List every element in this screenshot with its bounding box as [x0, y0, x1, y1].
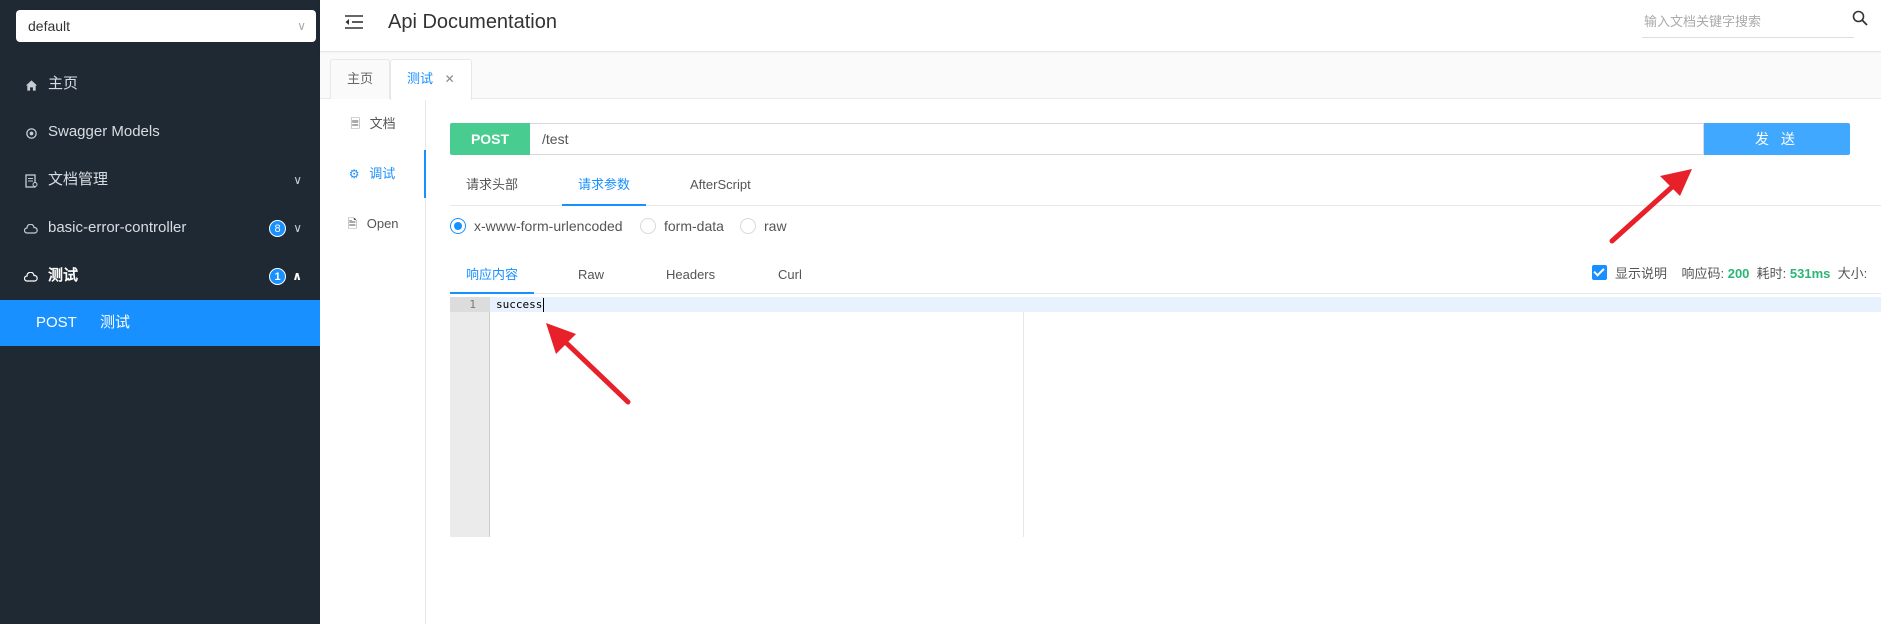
- home-icon: [22, 60, 40, 108]
- sidebar-item-label: 主页: [48, 75, 79, 92]
- sidebar: default ∨ 主页 Swagger Models 文档管理 ∨ basic…: [0, 0, 320, 624]
- url-input[interactable]: /test: [530, 123, 1704, 155]
- radio-circle: [740, 218, 756, 235]
- sidebar-item-label: 测试: [48, 267, 79, 284]
- line-number: 1: [450, 297, 490, 312]
- tab-response-curl[interactable]: Curl: [762, 258, 818, 294]
- chevron-down-icon: ∨: [297, 19, 306, 33]
- response-body: success: [496, 298, 543, 311]
- sidebar-item-doc-manage[interactable]: 文档管理 ∨: [0, 156, 320, 204]
- show-description-checkbox[interactable]: [1592, 265, 1607, 281]
- count-badge: 8: [269, 220, 286, 237]
- response-meta: 显示说明 响应码: 200 耗时: 531ms 大小:: [1592, 264, 1867, 284]
- vnav-label: 调试: [369, 166, 396, 181]
- group-select-value: default: [28, 18, 71, 34]
- status-code-label: 响应码:: [1681, 266, 1725, 281]
- sidebar-item-home[interactable]: 主页: [0, 60, 320, 108]
- tab-response-content[interactable]: 响应内容: [450, 258, 535, 294]
- vnav-label: 文档: [369, 116, 396, 131]
- chevron-down-icon: ∨: [293, 173, 302, 187]
- model-icon: [22, 108, 40, 156]
- tab-afterscript[interactable]: AfterScript: [674, 168, 767, 206]
- vnav-open[interactable]: 🗎 Open: [320, 200, 426, 248]
- sidebar-item-label: basic-error-controller: [48, 219, 187, 236]
- sidebar-item-basic-error-controller[interactable]: basic-error-controller 8 ∨: [0, 204, 320, 252]
- sidebar-item-test[interactable]: 测试 1 ∧: [0, 252, 320, 300]
- close-icon[interactable]: ✕: [445, 72, 455, 86]
- sidebar-subitem-post-test[interactable]: POST 测试: [0, 300, 320, 346]
- radio-circle: [450, 218, 466, 235]
- header: Api Documentation 输入文档关键字搜索: [320, 0, 1881, 52]
- document-icon: 🗏: [350, 117, 360, 131]
- radio-circle: [640, 218, 656, 235]
- search-icon[interactable]: [1852, 10, 1872, 30]
- tab-request-headers[interactable]: 请求头部: [450, 168, 534, 206]
- bug-icon: ⚙: [348, 167, 360, 181]
- tab-request-params[interactable]: 请求参数: [562, 168, 647, 206]
- active-line-highlight: [490, 297, 1881, 312]
- page-title: Api Documentation: [388, 11, 557, 33]
- tab-response-headers[interactable]: Headers: [650, 258, 731, 294]
- print-margin: [1023, 312, 1024, 537]
- vnav-doc[interactable]: 🗏 文档: [320, 100, 426, 148]
- radio-label: x-www-form-urlencoded: [474, 218, 623, 234]
- tab-bar: 主页 测试 ✕: [320, 53, 1881, 100]
- line-gutter: 1: [450, 297, 490, 537]
- sidebar-item-label: Swagger Models: [48, 123, 160, 140]
- radio-label: raw: [764, 218, 787, 234]
- radio-raw[interactable]: raw: [740, 214, 787, 238]
- elapsed-value: 531ms: [1789, 266, 1831, 281]
- doc-vertical-nav: 🗏 文档 ⚙ 调试 🗎 Open: [320, 100, 426, 624]
- text-cursor: [543, 298, 544, 312]
- chevron-down-icon: ∨: [293, 221, 302, 235]
- tab-test[interactable]: 测试 ✕: [390, 59, 472, 100]
- elapsed-label: 耗时:: [1756, 266, 1787, 281]
- status-code-value: 200: [1727, 266, 1750, 281]
- sidebar-item-swagger-models[interactable]: Swagger Models: [0, 108, 320, 156]
- radio-form-data[interactable]: form-data: [640, 214, 724, 238]
- group-select[interactable]: default ∨: [16, 10, 316, 42]
- vnav-debug[interactable]: ⚙ 调试: [320, 150, 426, 198]
- document-manage-icon: [22, 156, 40, 204]
- search-input[interactable]: 输入文档关键字搜索: [1642, 10, 1854, 38]
- radio-label: form-data: [664, 218, 724, 234]
- size-label: 大小:: [1837, 266, 1868, 281]
- method-label: POST: [36, 314, 77, 331]
- cloud-icon: [22, 204, 40, 252]
- response-editor[interactable]: 1 success: [450, 297, 1881, 537]
- tab-response-raw[interactable]: Raw: [562, 258, 620, 294]
- tab-label: 主页: [347, 71, 374, 86]
- count-badge: 1: [269, 268, 286, 285]
- tab-home[interactable]: 主页: [330, 59, 391, 99]
- file-icon: 🗎: [347, 217, 358, 231]
- request-tabs: 请求头部 请求参数 AfterScript: [450, 168, 1881, 206]
- cloud-icon: [22, 252, 40, 300]
- method-badge: POST: [450, 123, 530, 155]
- menu-collapse-icon[interactable]: [344, 14, 364, 36]
- endpoint-label: 测试: [100, 314, 131, 331]
- radio-x-www-form-urlencoded[interactable]: x-www-form-urlencoded: [450, 214, 623, 238]
- show-description-label: 显示说明: [1615, 266, 1668, 281]
- sidebar-item-label: 文档管理: [48, 171, 109, 188]
- tab-label: 测试: [407, 71, 434, 86]
- chevron-up-icon: ∧: [292, 269, 302, 283]
- send-button[interactable]: 发 送: [1704, 123, 1850, 155]
- vnav-label: Open: [366, 216, 399, 231]
